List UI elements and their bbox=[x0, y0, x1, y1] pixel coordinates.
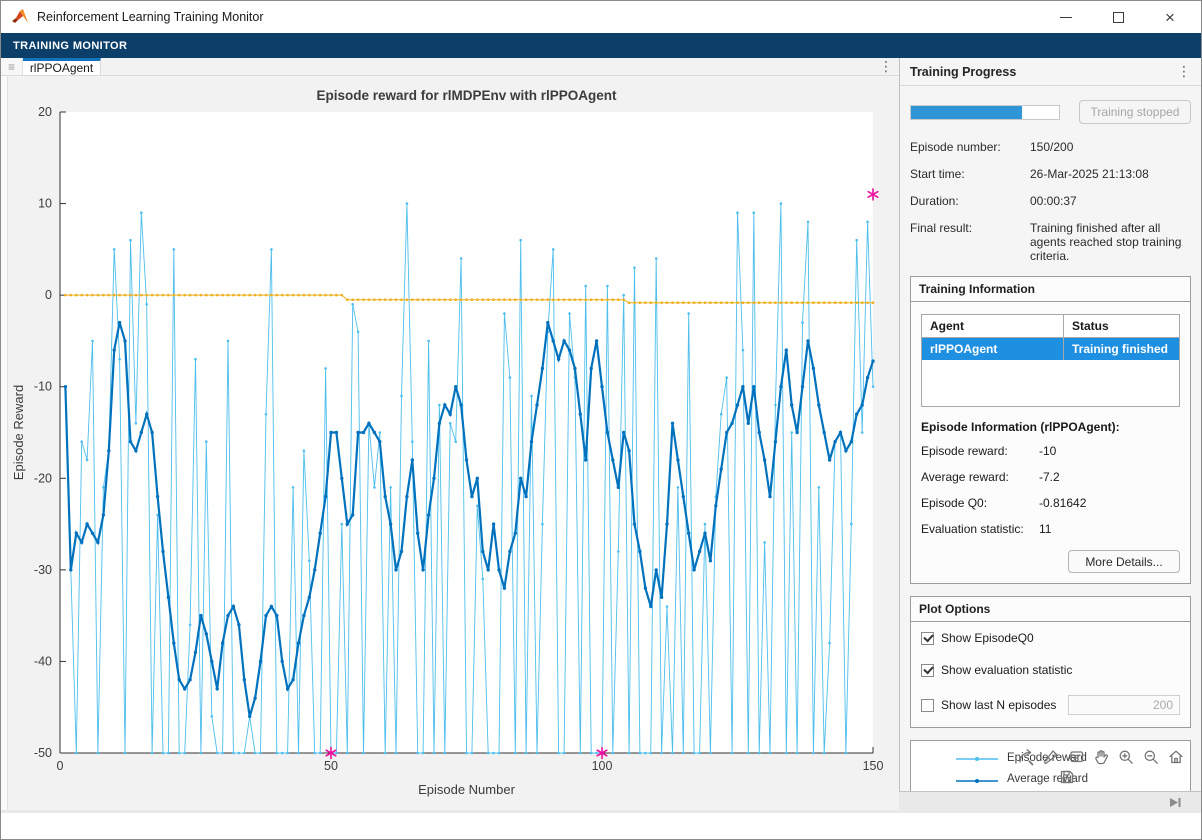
agents-table: Agent Status rlPPOAgent Training finishe… bbox=[921, 314, 1180, 407]
figure-area[interactable]: 20100-10-20-30-40-50050100150Episode rew… bbox=[8, 76, 899, 810]
training-information-title: Training Information bbox=[911, 277, 1190, 302]
pan-icon[interactable] bbox=[1091, 747, 1110, 766]
zoom-out-icon[interactable] bbox=[1141, 747, 1160, 766]
svg-text:-20: -20 bbox=[34, 471, 52, 485]
document-area: ≡ rlPPOAgent ⋮ 20100-10-20-30-40-5005010… bbox=[1, 58, 900, 791]
svg-text:Episode Reward: Episode Reward bbox=[11, 385, 26, 480]
panel-menu-button[interactable]: ⋮ bbox=[1175, 63, 1193, 80]
plot-options-section: Plot Options Show EpisodeQ0 Show evaluat… bbox=[910, 596, 1191, 728]
episode-q0-row: Episode Q0: -0.81642 bbox=[921, 496, 1180, 510]
training-progress-panel: Training Progress ⋮ Training stopped Epi… bbox=[900, 58, 1201, 791]
svg-text:10: 10 bbox=[38, 197, 52, 211]
axes-toolbar bbox=[1016, 747, 1185, 766]
agents-table-header: Agent Status bbox=[922, 315, 1179, 338]
svg-text:0: 0 bbox=[57, 759, 64, 773]
episode-reward-row: Episode reward: -10 bbox=[921, 444, 1180, 458]
average-reward-row: Average reward: -7.2 bbox=[921, 470, 1180, 484]
plot-options-title: Plot Options bbox=[911, 597, 1190, 622]
svg-text:-40: -40 bbox=[34, 654, 52, 668]
window-title: Reinforcement Learning Training Monitor bbox=[37, 10, 264, 24]
svg-text:50: 50 bbox=[324, 759, 338, 773]
status-badge: Training finished bbox=[1064, 338, 1179, 360]
training-stopped-button[interactable]: Training stopped bbox=[1079, 100, 1191, 124]
left-gutter bbox=[1, 76, 8, 810]
skip-to-end-icon[interactable] bbox=[1168, 796, 1183, 809]
panel-content: Training stopped Episode number: 150/200… bbox=[900, 86, 1201, 791]
show-episodeq0-checkbox[interactable] bbox=[921, 632, 934, 645]
svg-text:Episode reward for rlMDPEnv wi: Episode reward for rlMDPEnv with rlPPOAg… bbox=[316, 88, 617, 103]
training-information-section: Training Information Agent Status rlPPOA… bbox=[910, 276, 1191, 584]
column-status: Status bbox=[1064, 315, 1179, 337]
show-last-n-episodes-option: Show last N episodes bbox=[911, 686, 1190, 727]
evaluation-statistic-value: 11 bbox=[1039, 522, 1051, 536]
evaluation-statistic-row: Evaluation statistic: 11 bbox=[921, 522, 1180, 536]
final-result-row: Final result: Training finished after al… bbox=[910, 221, 1191, 263]
app-window: Reinforcement Learning Training Monitor … bbox=[0, 0, 1202, 840]
close-icon: × bbox=[1165, 9, 1175, 26]
training-progress-fill bbox=[911, 106, 1022, 119]
svg-text:0: 0 bbox=[45, 288, 52, 302]
copy-as-image-icon[interactable] bbox=[1057, 788, 1076, 791]
episode-reward-marker bbox=[955, 752, 999, 764]
document-tabstrip: ≡ rlPPOAgent ⋮ bbox=[1, 58, 899, 76]
episode-reward-value: -10 bbox=[1039, 444, 1056, 458]
document-actions-menu[interactable]: ⋮ bbox=[873, 58, 899, 75]
start-time-value: 26-Mar-2025 21:13:08 bbox=[1030, 167, 1190, 181]
chart-legend: Episode reward Average reward EpisodeQ0 … bbox=[910, 740, 1191, 791]
title-bar: Reinforcement Learning Training Monitor … bbox=[1, 1, 1201, 33]
show-evaluation-statistic-checkbox[interactable] bbox=[921, 664, 934, 677]
duration-value: 00:00:37 bbox=[1030, 194, 1190, 208]
more-details-button[interactable]: More Details... bbox=[1068, 550, 1180, 573]
column-agent: Agent bbox=[922, 315, 1064, 337]
svg-text:-10: -10 bbox=[34, 380, 52, 394]
show-last-n-episodes-checkbox[interactable] bbox=[921, 699, 934, 712]
episode-number-row: Episode number: 150/200 bbox=[910, 140, 1191, 154]
zoom-in-icon[interactable] bbox=[1116, 747, 1135, 766]
training-progress-bar bbox=[910, 105, 1060, 120]
document-bar-icon: ≡ bbox=[8, 60, 15, 74]
svg-text:20: 20 bbox=[38, 105, 52, 119]
kebab-menu-icon: ⋮ bbox=[879, 58, 893, 75]
toolstrip-tab-training-monitor[interactable]: TRAINING MONITOR bbox=[13, 40, 127, 52]
show-evaluation-statistic-option: Show evaluation statistic bbox=[911, 654, 1190, 686]
last-n-episodes-input[interactable] bbox=[1068, 695, 1180, 715]
maximize-icon bbox=[1113, 12, 1124, 23]
episode-number-value: 150/200 bbox=[1030, 140, 1190, 154]
show-episodeq0-option: Show EpisodeQ0 bbox=[911, 622, 1190, 654]
start-time-row: Start time: 26-Mar-2025 21:13:08 bbox=[910, 167, 1191, 181]
export-dropdown-menu bbox=[1057, 767, 1076, 791]
maximize-button[interactable] bbox=[1105, 5, 1131, 29]
final-result-value: Training finished after all agents reach… bbox=[1030, 221, 1190, 263]
minimize-button[interactable] bbox=[1053, 5, 1079, 29]
average-reward-value: -7.2 bbox=[1039, 470, 1060, 484]
save-as-icon[interactable] bbox=[1057, 767, 1076, 786]
svg-text:Episode Number: Episode Number bbox=[418, 782, 515, 797]
document-bar-button[interactable]: ≡ bbox=[1, 58, 23, 75]
minimize-icon bbox=[1060, 17, 1072, 18]
training-chart[interactable]: 20100-10-20-30-40-50050100150Episode rew… bbox=[8, 76, 899, 807]
restore-view-icon[interactable] bbox=[1166, 747, 1185, 766]
svg-text:100: 100 bbox=[592, 759, 613, 773]
brush-icon[interactable] bbox=[1041, 747, 1060, 766]
matlab-logo-icon bbox=[11, 9, 29, 25]
svg-text:-50: -50 bbox=[34, 746, 52, 760]
duration-row: Duration: 00:00:37 bbox=[910, 194, 1191, 208]
data-tips-icon[interactable] bbox=[1066, 747, 1085, 766]
panel-title: Training Progress bbox=[910, 65, 1016, 79]
episode-q0-value: -0.81642 bbox=[1039, 496, 1086, 510]
episode-information-title: Episode Information (rlPPOAgent): bbox=[921, 420, 1180, 434]
svg-text:-30: -30 bbox=[34, 563, 52, 577]
export-icon[interactable] bbox=[1016, 747, 1035, 766]
svg-text:150: 150 bbox=[863, 759, 884, 773]
panel-header: Training Progress ⋮ bbox=[900, 58, 1201, 86]
table-empty-space bbox=[922, 360, 1179, 406]
toolstrip: TRAINING MONITOR bbox=[1, 33, 1201, 58]
average-reward-marker bbox=[955, 774, 999, 786]
table-row-rlppoagent[interactable]: rlPPOAgent Training finished bbox=[922, 338, 1179, 360]
close-button[interactable]: × bbox=[1157, 5, 1183, 29]
tab-rlppoagent[interactable]: rlPPOAgent bbox=[23, 58, 101, 75]
